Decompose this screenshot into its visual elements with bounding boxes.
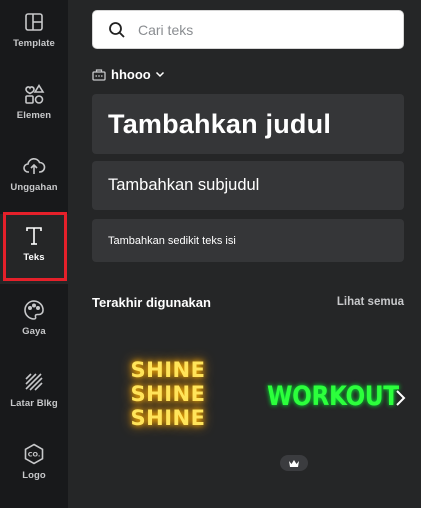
- add-heading-button[interactable]: Tambahkan judul: [92, 94, 404, 154]
- palette-icon: [24, 300, 44, 320]
- add-body-text-button[interactable]: Tambahkan sedikit teks isi: [92, 219, 404, 262]
- brand-kit-name: hhooo: [111, 66, 151, 82]
- search-box[interactable]: [92, 10, 404, 49]
- nav-logo-label: Logo: [22, 470, 46, 481]
- shine-line: SHINE: [130, 358, 206, 382]
- brand-kit-icon: [92, 68, 106, 81]
- nav-background-label: Latar Blkg: [10, 398, 58, 409]
- add-body-text-label: Tambahkan sedikit teks isi: [108, 234, 236, 247]
- nav-text[interactable]: Teks: [0, 214, 68, 284]
- chevron-down-icon: [155, 71, 164, 78]
- add-subheading-button[interactable]: Tambahkan subjudul: [92, 161, 404, 210]
- nav-styles[interactable]: Gaya: [0, 288, 68, 358]
- nav-elements-label: Elemen: [16, 110, 52, 121]
- nav-template[interactable]: Template: [0, 0, 68, 70]
- recent-item-workout[interactable]: WORKOUT: [267, 381, 399, 412]
- template-icon: [25, 13, 43, 31]
- chevron-right-icon[interactable]: [393, 388, 407, 408]
- search-icon: [109, 21, 125, 38]
- nav-text-label: Teks: [23, 252, 45, 263]
- text-panel: hhooo Tambahkan judul Tambahkan subjudul…: [68, 0, 421, 508]
- premium-badge: [280, 455, 308, 471]
- crown-icon: [289, 459, 299, 467]
- recent-item-shine[interactable]: SHINE SHINE SHINE: [124, 358, 212, 430]
- nav-elements[interactable]: Elemen: [0, 72, 68, 142]
- see-all-link[interactable]: Lihat semua: [337, 296, 404, 308]
- recently-used-title: Terakhir digunakan: [92, 295, 211, 310]
- add-subheading-label: Tambahkan subjudul: [108, 176, 260, 194]
- shine-line: SHINE: [130, 406, 206, 430]
- background-icon: [25, 373, 43, 391]
- search-input[interactable]: [136, 20, 380, 39]
- upload-icon: [23, 158, 46, 174]
- side-navigation: Template Elemen Unggahan Teks Gaya Latar…: [0, 0, 68, 508]
- brand-kit-selector[interactable]: hhooo: [92, 65, 166, 83]
- nav-template-label: Template: [13, 38, 55, 49]
- nav-logo[interactable]: CO. Logo: [0, 432, 68, 502]
- nav-uploads[interactable]: Unggahan: [0, 144, 68, 214]
- svg-text:CO.: CO.: [28, 451, 41, 459]
- nav-styles-label: Gaya: [22, 326, 46, 337]
- add-heading-label: Tambahkan judul: [108, 108, 332, 139]
- nav-background[interactable]: Latar Blkg: [0, 360, 68, 430]
- text-icon: [26, 227, 42, 245]
- logo-icon: CO.: [24, 443, 44, 465]
- elements-icon: [25, 83, 45, 104]
- shine-line: SHINE: [130, 382, 206, 406]
- nav-uploads-label: Unggahan: [10, 182, 58, 193]
